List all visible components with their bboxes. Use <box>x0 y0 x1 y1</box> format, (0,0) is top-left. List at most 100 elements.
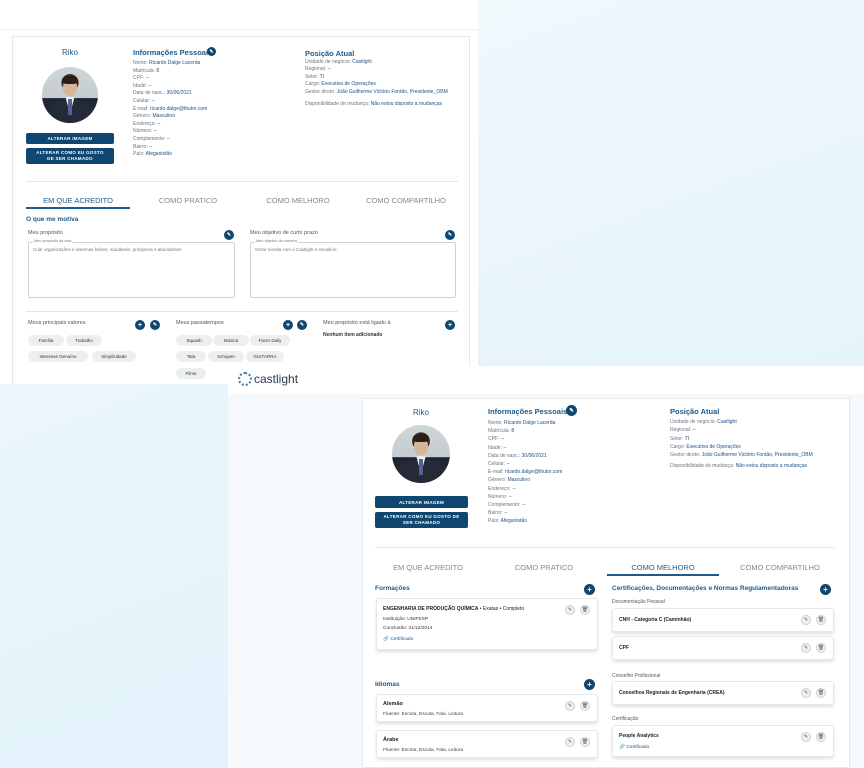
info-label: Complemento: <box>488 501 522 508</box>
info-value: -- <box>148 82 152 89</box>
delete-icon[interactable]: 🗑 <box>816 643 826 653</box>
motiva-title: O que me motiva <box>26 216 79 223</box>
info-value: Executiva de Operações <box>686 443 741 450</box>
info-row: CPF: -- <box>133 75 303 83</box>
cert-card: CPF ✎ 🗑 <box>612 636 834 660</box>
add-linked-icon[interactable]: + <box>445 320 455 330</box>
add-formacao-icon[interactable]: + <box>584 584 595 595</box>
formacao-certificate-link[interactable]: 🔗 Certificado <box>383 637 413 642</box>
info-value: 30/06/2021 <box>521 452 547 459</box>
info-value: Castlight <box>352 59 372 65</box>
values-label: Meus principais valores <box>28 320 86 326</box>
hobby-chip: Filme <box>176 368 206 379</box>
hobbies-label: Meus passatempos <box>176 320 224 326</box>
cert-certificate-link[interactable]: 🔗 Certificado <box>619 745 649 750</box>
info-row: Gênero: Masculino <box>133 113 303 121</box>
edit-icon[interactable]: ✎ <box>565 737 575 747</box>
delete-icon[interactable]: 🗑 <box>816 615 826 625</box>
edit-personal-icon[interactable]: ✎ <box>566 405 577 416</box>
active-tab-indicator <box>26 207 130 209</box>
info-value: João Guilherme Victório Fontão, Presiden… <box>336 88 448 95</box>
info-label: E-mail: <box>133 105 150 112</box>
info-value: Ricardo Dalge Lacerda <box>504 420 556 426</box>
info-row: Setor: TI <box>670 435 848 443</box>
info-row: Matrícula: 8 <box>133 68 303 76</box>
add-value-icon[interactable]: + <box>135 320 145 330</box>
info-label: Nome: <box>133 60 150 66</box>
tab-como-compartilho[interactable]: COMO COMPARTILHO <box>354 196 458 205</box>
edit-icon[interactable]: ✎ <box>801 643 811 653</box>
info-label: Cargo: <box>670 443 687 450</box>
purpose-textarea[interactable]: Meu propósito de vida Criar organizações… <box>28 239 235 298</box>
info-row: Bairro: -- <box>133 144 303 152</box>
edit-icon[interactable]: ✎ <box>801 688 811 698</box>
info-label: País: <box>133 151 146 158</box>
info-label: Número: <box>133 128 154 135</box>
info-value: TI <box>319 73 325 80</box>
delete-icon[interactable]: 🗑 <box>816 688 826 698</box>
edit-icon[interactable]: ✎ <box>801 615 811 625</box>
info-label: Regional: <box>670 427 693 434</box>
hobby-chip: Squash <box>176 335 212 346</box>
hobby-chip: Fazer Daily <box>250 335 290 346</box>
add-idioma-icon[interactable]: + <box>584 679 595 690</box>
paperclip-icon: 🔗 <box>619 745 625 750</box>
info-row: Matrícula: 8 <box>488 427 663 435</box>
info-label: Setor: <box>670 435 685 442</box>
info-label: Gestor direto: <box>305 88 337 95</box>
edit-icon[interactable]: ✎ <box>565 605 575 615</box>
goal-textarea[interactable]: Meu objetivo de carreira Gerar receita c… <box>250 239 456 298</box>
info-label: CPF: <box>488 436 501 443</box>
info-row: Gestor direto: João Guilherme Victório F… <box>670 451 848 459</box>
tab-como-melhoro[interactable]: COMO MELHORO <box>246 196 350 205</box>
personal-info-title: Informações Pessoais <box>133 48 213 57</box>
cert-card: Conselhos Regionais de Engenharia (CREA)… <box>612 681 834 705</box>
change-nickname-button[interactable]: ALTERAR COMO EU GOSTO DE SER CHAMADO <box>26 148 114 164</box>
tab-em-que-acredito[interactable]: EM QUE ACREDITO <box>26 196 130 205</box>
info-row: Complemento: -- <box>488 501 663 509</box>
delete-icon[interactable]: 🗑 <box>816 732 826 742</box>
active-tab-indicator <box>607 574 719 576</box>
edit-values-icon[interactable]: ✎ <box>150 320 160 330</box>
delete-icon[interactable]: 🗑 <box>580 737 590 747</box>
tab-como-compartilho[interactable]: COMO COMPARTILHO <box>727 563 833 572</box>
back-window: Riko ALTERAR IMAGEM ALTERAR COMO EU GOST… <box>0 0 478 384</box>
delete-icon[interactable]: 🗑 <box>580 701 590 711</box>
info-label: País: <box>488 518 501 525</box>
castlight-logo-icon <box>238 372 252 386</box>
tab-como-pratico[interactable]: COMO PRATICO <box>491 563 597 572</box>
linked-empty-text: Nenhum item adicionado <box>323 332 383 338</box>
info-value: -- <box>503 444 507 451</box>
add-cert-icon[interactable]: + <box>820 584 831 595</box>
info-row: Data de nasc.: 30/06/2021 <box>488 452 663 460</box>
edit-icon[interactable]: ✎ <box>565 701 575 711</box>
tab-como-pratico[interactable]: COMO PRATICO <box>136 196 240 205</box>
certs-title: Certificações, Documentações e Normas Re… <box>612 585 799 592</box>
info-label: CPF: <box>133 75 146 82</box>
formacoes-title: Formações <box>375 585 410 592</box>
info-row: Gestor direto: João Guilherme Victório F… <box>305 89 475 96</box>
info-row: Setor: TI <box>305 74 475 81</box>
info-value: -- <box>506 460 510 467</box>
availability-row: Disponibilidade de mudança: Não estou di… <box>305 101 443 107</box>
purpose-label: Meu propósito <box>28 230 63 236</box>
info-value: Ricardo Dalge Lacerda <box>149 60 201 66</box>
info-row: Número: -- <box>133 128 303 136</box>
edit-hobbies-icon[interactable]: ✎ <box>297 320 307 330</box>
edit-icon[interactable]: ✎ <box>801 732 811 742</box>
info-row: Endereço: -- <box>133 121 303 129</box>
edit-personal-icon[interactable]: ✎ <box>207 47 216 56</box>
info-label: Unidade de negócio: <box>305 59 353 65</box>
tab-como-melhoro[interactable]: COMO MELHORO <box>607 563 719 572</box>
edit-goal-icon[interactable]: ✎ <box>445 230 455 240</box>
delete-icon[interactable]: 🗑 <box>580 605 590 615</box>
tab-em-que-acredito[interactable]: EM QUE ACREDITO <box>375 563 481 572</box>
change-nickname-button[interactable]: ALTERAR COMO EU GOSTO DE SER CHAMADO <box>375 512 468 528</box>
change-image-button[interactable]: ALTERAR IMAGEM <box>26 133 114 144</box>
change-image-button[interactable]: ALTERAR IMAGEM <box>375 496 468 508</box>
hobby-chip: GUITARRA <box>246 351 284 362</box>
linked-label: Meu propósito está ligado à <box>323 320 391 326</box>
edit-purpose-icon[interactable]: ✎ <box>224 230 234 240</box>
value-chip: Interesse Genuíno <box>28 351 88 362</box>
add-hobby-icon[interactable]: + <box>283 320 293 330</box>
